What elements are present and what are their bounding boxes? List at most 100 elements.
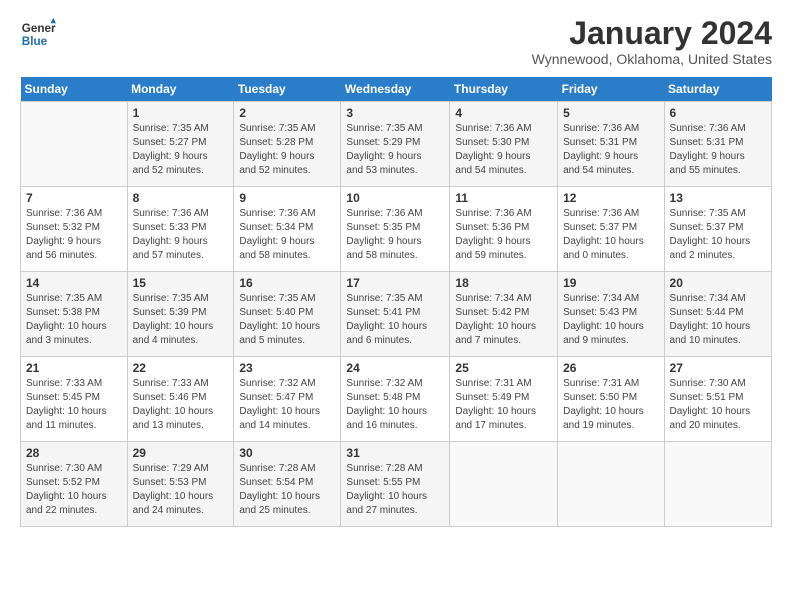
day-info: Sunrise: 7:36 AM Sunset: 5:37 PM Dayligh… [563, 207, 658, 263]
day-number: 8 [133, 191, 229, 205]
calendar-cell [558, 442, 664, 527]
day-number: 18 [455, 276, 552, 290]
day-info: Sunrise: 7:30 AM Sunset: 5:52 PM Dayligh… [26, 462, 122, 518]
day-info: Sunrise: 7:35 AM Sunset: 5:27 PM Dayligh… [133, 122, 229, 178]
day-number: 17 [346, 276, 444, 290]
day-info: Sunrise: 7:35 AM Sunset: 5:28 PM Dayligh… [239, 122, 335, 178]
calendar-table: SundayMondayTuesdayWednesdayThursdayFrid… [20, 77, 772, 527]
calendar-cell: 16Sunrise: 7:35 AM Sunset: 5:40 PM Dayli… [234, 272, 341, 357]
calendar-cell: 23Sunrise: 7:32 AM Sunset: 5:47 PM Dayli… [234, 357, 341, 442]
day-info: Sunrise: 7:35 AM Sunset: 5:38 PM Dayligh… [26, 292, 122, 348]
calendar-cell: 6 Sunrise: 7:36 AM Sunset: 5:31 PM Daylig… [664, 102, 771, 187]
day-header-thursday: Thursday [450, 77, 558, 102]
calendar-cell: 28Sunrise: 7:30 AM Sunset: 5:52 PM Dayli… [21, 442, 128, 527]
calendar-cell: 11Sunrise: 7:36 AM Sunset: 5:36 PM Dayli… [450, 187, 558, 272]
day-info: Sunrise: 7:29 AM Sunset: 5:53 PM Dayligh… [133, 462, 229, 518]
calendar-cell: 10 Sunrise: 7:36 AM Sunset: 5:35 PM Dayli… [341, 187, 450, 272]
day-info: Sunrise: 7:33 AM Sunset: 5:46 PM Dayligh… [133, 377, 229, 433]
day-number: 26 [563, 361, 658, 375]
day-info: Sunrise: 7:36 AM Sunset: 5:33 PM Dayligh… [133, 207, 229, 263]
day-info: Sunrise: 7:31 AM Sunset: 5:49 PM Dayligh… [455, 377, 552, 433]
day-info: Sunrise: 7:35 AM Sunset: 5:29 PM Dayligh… [346, 122, 444, 178]
day-number: 19 [563, 276, 658, 290]
calendar-week-row: 7 Sunrise: 7:36 AM Sunset: 5:32 PM Daylig… [21, 187, 772, 272]
day-number: 5 [563, 106, 658, 120]
calendar-cell: 24Sunrise: 7:32 AM Sunset: 5:48 PM Dayli… [341, 357, 450, 442]
calendar-cell: 15 Sunrise: 7:35 AM Sunset: 5:39 PM Dayli… [127, 272, 234, 357]
calendar-week-row: 14Sunrise: 7:35 AM Sunset: 5:38 PM Dayli… [21, 272, 772, 357]
day-number: 9 [239, 191, 335, 205]
calendar-cell: 5 Sunrise: 7:36 AM Sunset: 5:31 PM Daylig… [558, 102, 664, 187]
day-header-sunday: Sunday [21, 77, 128, 102]
day-number: 6 [670, 106, 766, 120]
calendar-cell: 14Sunrise: 7:35 AM Sunset: 5:38 PM Dayli… [21, 272, 128, 357]
day-number: 24 [346, 361, 444, 375]
calendar-cell: 22 Sunrise: 7:33 AM Sunset: 5:46 PM Dayli… [127, 357, 234, 442]
day-number: 22 [133, 361, 229, 375]
calendar-cell: 2Sunrise: 7:35 AM Sunset: 5:28 PM Daylig… [234, 102, 341, 187]
day-header-friday: Friday [558, 77, 664, 102]
calendar-cell: 30 Sunrise: 7:28 AM Sunset: 5:54 PM Dayli… [234, 442, 341, 527]
page-header: General Blue January 2024 Wynnewood, Okl… [20, 16, 772, 67]
day-number: 13 [670, 191, 766, 205]
calendar-cell: 8 Sunrise: 7:36 AM Sunset: 5:33 PM Daylig… [127, 187, 234, 272]
day-info: Sunrise: 7:30 AM Sunset: 5:51 PM Dayligh… [670, 377, 766, 433]
day-info: Sunrise: 7:28 AM Sunset: 5:55 PM Dayligh… [346, 462, 444, 518]
calendar-cell: 20 Sunrise: 7:34 AM Sunset: 5:44 PM Dayli… [664, 272, 771, 357]
calendar-title: January 2024 [532, 16, 772, 51]
calendar-cell: 25 Sunrise: 7:31 AM Sunset: 5:49 PM Dayli… [450, 357, 558, 442]
calendar-cell: 9 Sunrise: 7:36 AM Sunset: 5:34 PM Daylig… [234, 187, 341, 272]
day-number: 10 [346, 191, 444, 205]
calendar-subtitle: Wynnewood, Oklahoma, United States [532, 51, 772, 67]
day-info: Sunrise: 7:36 AM Sunset: 5:32 PM Dayligh… [26, 207, 122, 263]
calendar-cell: 12 Sunrise: 7:36 AM Sunset: 5:37 PM Dayli… [558, 187, 664, 272]
day-number: 27 [670, 361, 766, 375]
calendar-cell: 26Sunrise: 7:31 AM Sunset: 5:50 PM Dayli… [558, 357, 664, 442]
day-info: Sunrise: 7:34 AM Sunset: 5:42 PM Dayligh… [455, 292, 552, 348]
calendar-cell [21, 102, 128, 187]
day-info: Sunrise: 7:36 AM Sunset: 5:36 PM Dayligh… [455, 207, 552, 263]
day-number: 3 [346, 106, 444, 120]
day-header-wednesday: Wednesday [341, 77, 450, 102]
day-info: Sunrise: 7:35 AM Sunset: 5:41 PM Dayligh… [346, 292, 444, 348]
calendar-cell: 21 Sunrise: 7:33 AM Sunset: 5:45 PM Dayli… [21, 357, 128, 442]
calendar-cell: 13Sunrise: 7:35 AM Sunset: 5:37 PM Dayli… [664, 187, 771, 272]
day-number: 1 [133, 106, 229, 120]
day-number: 25 [455, 361, 552, 375]
svg-text:Blue: Blue [22, 35, 48, 48]
calendar-cell: 18 Sunrise: 7:34 AM Sunset: 5:42 PM Dayli… [450, 272, 558, 357]
logo: General Blue [20, 16, 56, 52]
day-number: 15 [133, 276, 229, 290]
day-number: 16 [239, 276, 335, 290]
day-number: 21 [26, 361, 122, 375]
calendar-cell: 1 Sunrise: 7:35 AM Sunset: 5:27 PM Daylig… [127, 102, 234, 187]
day-info: Sunrise: 7:36 AM Sunset: 5:31 PM Dayligh… [563, 122, 658, 178]
calendar-week-row: 1 Sunrise: 7:35 AM Sunset: 5:27 PM Daylig… [21, 102, 772, 187]
day-number: 30 [239, 446, 335, 460]
day-info: Sunrise: 7:36 AM Sunset: 5:31 PM Dayligh… [670, 122, 766, 178]
day-info: Sunrise: 7:33 AM Sunset: 5:45 PM Dayligh… [26, 377, 122, 433]
day-number: 7 [26, 191, 122, 205]
day-info: Sunrise: 7:32 AM Sunset: 5:47 PM Dayligh… [239, 377, 335, 433]
day-info: Sunrise: 7:34 AM Sunset: 5:43 PM Dayligh… [563, 292, 658, 348]
day-number: 12 [563, 191, 658, 205]
day-header-monday: Monday [127, 77, 234, 102]
day-info: Sunrise: 7:35 AM Sunset: 5:39 PM Dayligh… [133, 292, 229, 348]
day-info: Sunrise: 7:36 AM Sunset: 5:35 PM Dayligh… [346, 207, 444, 263]
calendar-cell: 27 Sunrise: 7:30 AM Sunset: 5:51 PM Dayli… [664, 357, 771, 442]
calendar-cell: 29 Sunrise: 7:29 AM Sunset: 5:53 PM Dayli… [127, 442, 234, 527]
day-number: 20 [670, 276, 766, 290]
calendar-cell: 17 Sunrise: 7:35 AM Sunset: 5:41 PM Dayli… [341, 272, 450, 357]
day-number: 29 [133, 446, 229, 460]
calendar-cell: 3 Sunrise: 7:35 AM Sunset: 5:29 PM Daylig… [341, 102, 450, 187]
calendar-week-row: 28Sunrise: 7:30 AM Sunset: 5:52 PM Dayli… [21, 442, 772, 527]
day-number: 31 [346, 446, 444, 460]
calendar-cell: 31 Sunrise: 7:28 AM Sunset: 5:55 PM Dayli… [341, 442, 450, 527]
day-info: Sunrise: 7:36 AM Sunset: 5:34 PM Dayligh… [239, 207, 335, 263]
calendar-week-row: 21 Sunrise: 7:33 AM Sunset: 5:45 PM Dayli… [21, 357, 772, 442]
day-info: Sunrise: 7:28 AM Sunset: 5:54 PM Dayligh… [239, 462, 335, 518]
logo-icon: General Blue [20, 16, 56, 52]
day-info: Sunrise: 7:34 AM Sunset: 5:44 PM Dayligh… [670, 292, 766, 348]
day-number: 4 [455, 106, 552, 120]
calendar-cell: 7 Sunrise: 7:36 AM Sunset: 5:32 PM Daylig… [21, 187, 128, 272]
